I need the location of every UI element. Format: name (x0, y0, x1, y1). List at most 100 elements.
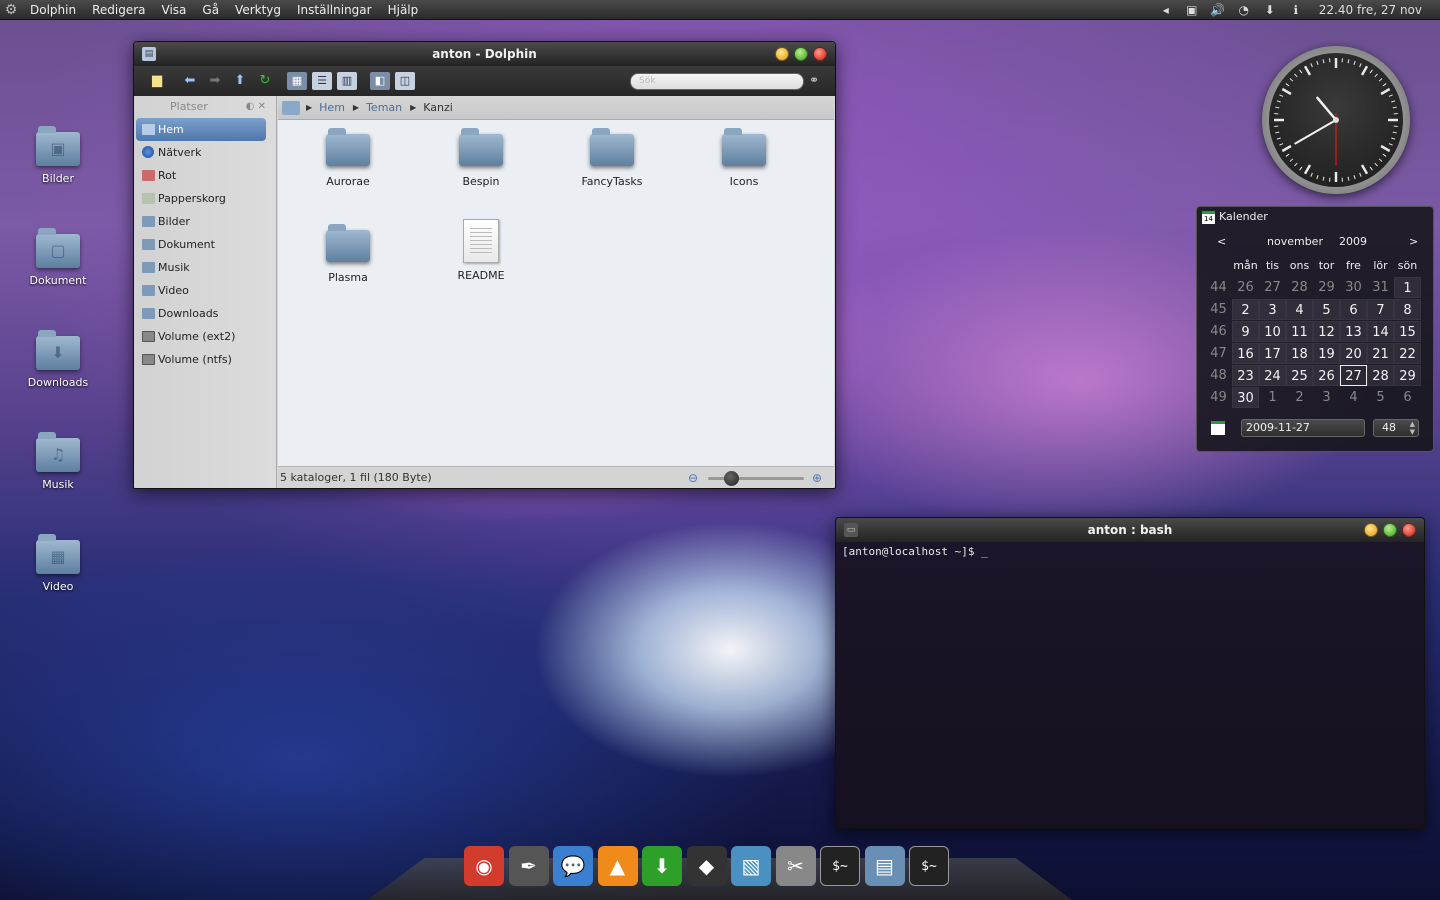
calendar-day[interactable]: 4 (1286, 299, 1313, 320)
calendar-day[interactable]: 20 (1340, 343, 1367, 364)
calendar-day[interactable]: 16 (1232, 343, 1259, 364)
calendar-day[interactable]: 26 (1313, 365, 1340, 386)
calendar-day[interactable]: 19 (1313, 343, 1340, 364)
calendar-day[interactable]: 15 (1394, 321, 1421, 342)
dock-inkscape-icon[interactable]: ◆ (686, 846, 727, 886)
minimize-button[interactable] (1364, 523, 1378, 537)
file-item-icons[interactable]: Icons (694, 128, 794, 188)
breadcrumb-kanzi[interactable]: Kanzi (423, 101, 453, 114)
terminal-titlebar[interactable]: ▭ anton : bash (836, 518, 1424, 542)
place-volume-ext2[interactable]: Volume (ext2) (134, 325, 276, 348)
menubar-clock[interactable]: 22.40 fre, 27 nov (1309, 3, 1440, 17)
breadcrumb-teman[interactable]: Teman (366, 101, 402, 114)
calendar-day[interactable]: 6 (1394, 387, 1421, 408)
search-input[interactable]: Sök (630, 73, 804, 90)
place-musik[interactable]: Musik (134, 256, 276, 279)
week-number[interactable]: 45 (1205, 299, 1232, 320)
zoom-slider-handle[interactable] (724, 471, 739, 486)
minimize-button[interactable] (775, 47, 789, 61)
calendar-day[interactable]: 25 (1286, 365, 1313, 386)
terminal-output[interactable]: [anton@localhost ~]$ _ (836, 542, 1424, 828)
zoom-slider[interactable] (708, 477, 804, 480)
dock-inkscape-pen-icon[interactable]: ✒ (508, 846, 549, 886)
calendar-day[interactable]: 5 (1367, 387, 1394, 408)
dock-chrome-icon[interactable]: ◉ (464, 846, 504, 886)
network-icon[interactable]: ◔ (1231, 3, 1257, 17)
desktop-icon-downloads[interactable]: ⬇ Downloads (18, 330, 98, 389)
download-tray-icon[interactable]: ⬇ (1257, 3, 1283, 17)
calendar-day[interactable]: 27 (1259, 277, 1286, 298)
calendar-day[interactable]: 11 (1286, 321, 1313, 342)
calendar-day[interactable]: 10 (1259, 321, 1286, 342)
reload-icon[interactable]: ↻ (254, 71, 276, 91)
file-item-readme[interactable]: README (431, 219, 531, 282)
calendar-day[interactable]: 29 (1394, 365, 1421, 386)
calendar-day[interactable]: 30 (1340, 277, 1367, 298)
calendar-day[interactable]: 17 (1259, 343, 1286, 364)
forward-arrow-icon[interactable]: ➡ (204, 71, 226, 91)
kde-logo-icon[interactable]: ⚙ (0, 0, 22, 20)
menu-visa[interactable]: Visa (154, 0, 195, 20)
calendar-day[interactable]: 6 (1340, 299, 1367, 320)
calendar-day[interactable]: 28 (1367, 365, 1394, 386)
prev-month-button[interactable]: < (1217, 235, 1226, 248)
spin-arrows-icon[interactable]: ▲ ▼ (1410, 420, 1415, 436)
desktop-icon-bilder[interactable]: ▣ Bilder (18, 126, 98, 185)
menu-installningar[interactable]: Inställningar (289, 0, 380, 20)
dock-file-manager-icon[interactable]: ▤ (864, 846, 905, 886)
calendar-day[interactable]: 4 (1340, 387, 1367, 408)
place-dokument[interactable]: Dokument (134, 233, 276, 256)
place-volume-ntfs[interactable]: Volume (ntfs) (134, 348, 276, 371)
calendar-day[interactable]: 29 (1313, 277, 1340, 298)
analog-clock-widget[interactable] (1262, 46, 1410, 194)
back-arrow-icon[interactable]: ⬅ (179, 71, 201, 91)
calendar-day[interactable]: 23 (1232, 365, 1259, 386)
menu-dolphin[interactable]: Dolphin (22, 0, 84, 20)
new-folder-icon[interactable]: ▆ (146, 71, 168, 91)
clipboard-icon[interactable]: ▣ (1179, 3, 1205, 17)
calendar-day[interactable]: 12 (1313, 321, 1340, 342)
menu-hjalp[interactable]: Hjälp (380, 0, 427, 20)
dock-download-icon[interactable]: ⬇ (642, 846, 682, 886)
close-button[interactable] (1402, 523, 1416, 537)
place-video[interactable]: Video (134, 279, 276, 302)
up-arrow-icon[interactable]: ⬆ (229, 71, 251, 91)
zoom-out-icon[interactable]: ⊖ (688, 467, 698, 488)
breadcrumb-home-icon[interactable] (282, 100, 300, 115)
breadcrumb-arrow-icon[interactable]: ▶ (306, 103, 312, 112)
tray-arrow-icon[interactable]: ◂ (1153, 3, 1179, 17)
split-view-icon[interactable]: ◫ (395, 72, 415, 90)
calendar-day[interactable]: 27 (1340, 365, 1367, 386)
calendar-day[interactable]: 13 (1340, 321, 1367, 342)
week-spinbox[interactable]: 48 ▲ ▼ (1373, 419, 1419, 437)
info-icon[interactable]: ℹ (1283, 3, 1309, 17)
dock-image-viewer-icon[interactable]: ▧ (731, 846, 771, 886)
file-item-fancytasks[interactable]: FancyTasks (562, 128, 662, 188)
calendar-day[interactable]: 5 (1313, 299, 1340, 320)
zoom-in-icon[interactable]: ⊕ (812, 467, 822, 488)
desktop-icon-dokument[interactable]: ▢ Dokument (18, 228, 98, 287)
calendar-day[interactable]: 22 (1394, 343, 1421, 364)
calendar-day[interactable]: 2 (1286, 387, 1313, 408)
dock-terminal-1-icon[interactable]: $~ (820, 846, 860, 886)
terminal-app-icon[interactable]: ▭ (844, 523, 858, 537)
calendar-day[interactable]: 9 (1232, 321, 1259, 342)
week-number[interactable]: 44 (1205, 277, 1232, 298)
close-button[interactable] (813, 47, 827, 61)
calendar-day[interactable]: 8 (1394, 299, 1421, 320)
next-month-button[interactable]: > (1409, 235, 1418, 248)
calendar-day[interactable]: 31 (1367, 277, 1394, 298)
month-label[interactable]: november (1267, 235, 1323, 248)
file-item-aurorae[interactable]: Aurorae (298, 128, 398, 188)
calendar-day[interactable]: 2 (1232, 299, 1259, 320)
details-view-icon[interactable]: ☰ (312, 72, 332, 90)
file-view[interactable]: ▶ Hem ▶ Teman ▶ Kanzi Aurorae Bespin Fan… (278, 96, 834, 466)
calendar-day[interactable]: 26 (1232, 277, 1259, 298)
week-number[interactable]: 49 (1205, 387, 1232, 408)
year-label[interactable]: 2009 (1339, 235, 1367, 248)
today-calendar-icon[interactable] (1211, 421, 1225, 435)
week-number[interactable]: 48 (1205, 365, 1232, 386)
dock-vlc-icon[interactable]: ▲ (597, 846, 638, 886)
date-input[interactable]: 2009-11-27 (1241, 419, 1365, 437)
dock-chat-icon[interactable]: 💬 (553, 846, 593, 886)
